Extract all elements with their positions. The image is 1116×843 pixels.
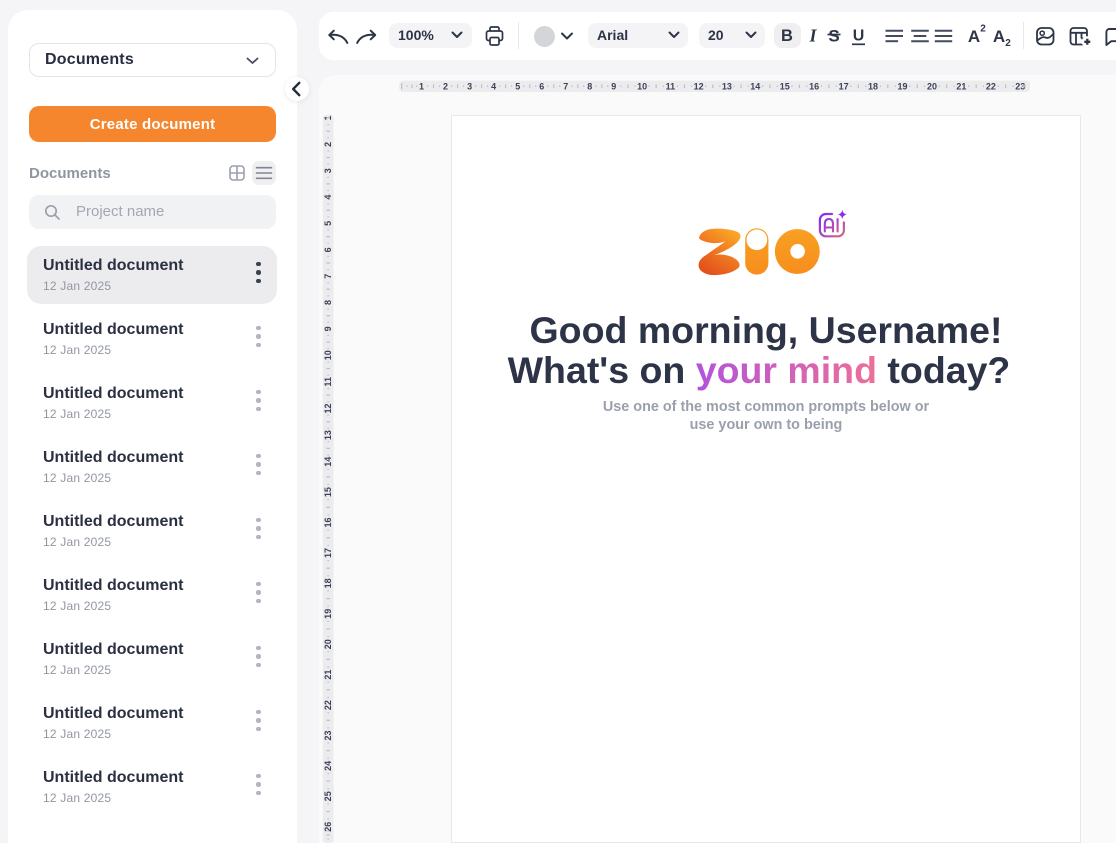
svg-text:B: B [781,27,793,45]
svg-text:A: A [968,27,980,46]
svg-text:U: U [853,28,865,45]
svg-text:S: S [828,27,839,46]
svg-text:2: 2 [980,24,986,35]
svg-text:I: I [808,26,817,46]
svg-text:2: 2 [1005,38,1011,49]
svg-text:A: A [993,27,1005,46]
